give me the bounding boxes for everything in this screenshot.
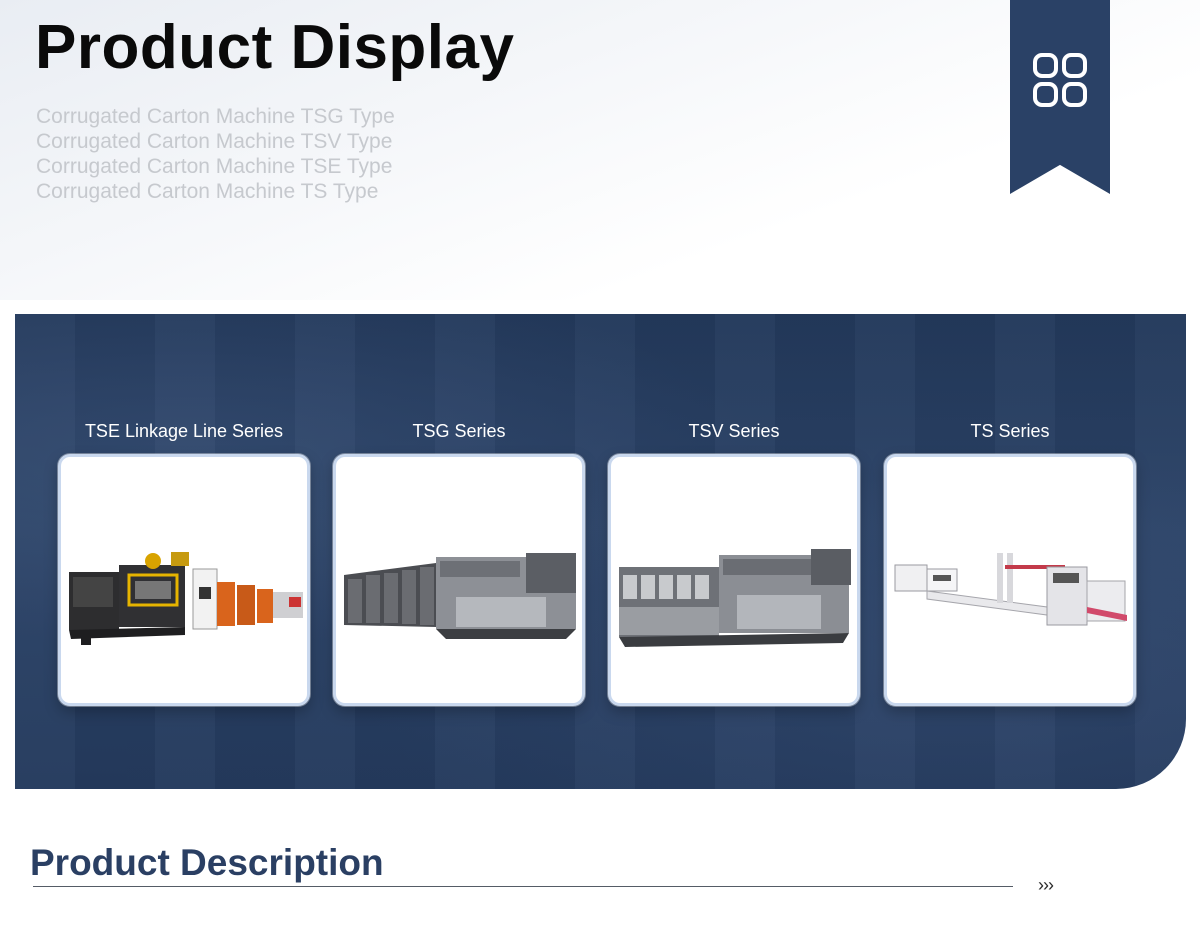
product-card-tsg[interactable] <box>333 454 585 706</box>
ts-machine-image <box>894 553 1127 626</box>
product-label-tse: TSE Linkage Line Series <box>84 421 284 441</box>
section-divider <box>33 886 1013 887</box>
subtitle-line: Corrugated Carton Machine TSG Type <box>36 105 395 128</box>
page-title: Product Display <box>35 13 515 82</box>
product-card-tsv[interactable] <box>608 454 860 706</box>
product-label-tsg: TSG Series <box>412 421 506 441</box>
ribbon-banner <box>1010 0 1110 194</box>
tsv-machine-image <box>619 549 851 647</box>
subtitle-list: Corrugated Carton Machine TSG Type Corru… <box>36 104 395 204</box>
tsg-machine-image <box>344 553 576 639</box>
product-label-tsv: TSV Series <box>688 421 780 441</box>
subtitle-line: Corrugated Carton Machine TSE Type <box>36 155 393 178</box>
product-card-tse[interactable] <box>58 454 310 706</box>
grid-icon <box>1033 53 1087 107</box>
product-card-ts[interactable] <box>884 454 1136 706</box>
chevrons-right-icon[interactable]: ››› <box>1038 875 1054 896</box>
section-title: Product Description <box>30 842 384 883</box>
product-showcase-band: TSE Linkage Line Series TSG Series TSV S… <box>15 314 1186 789</box>
tse-linkage-line-machine-image <box>69 552 303 645</box>
product-label-ts: TS Series <box>970 421 1050 441</box>
subtitle-line: Corrugated Carton Machine TS Type <box>36 180 379 203</box>
subtitle-line: Corrugated Carton Machine TSV Type <box>36 130 393 153</box>
